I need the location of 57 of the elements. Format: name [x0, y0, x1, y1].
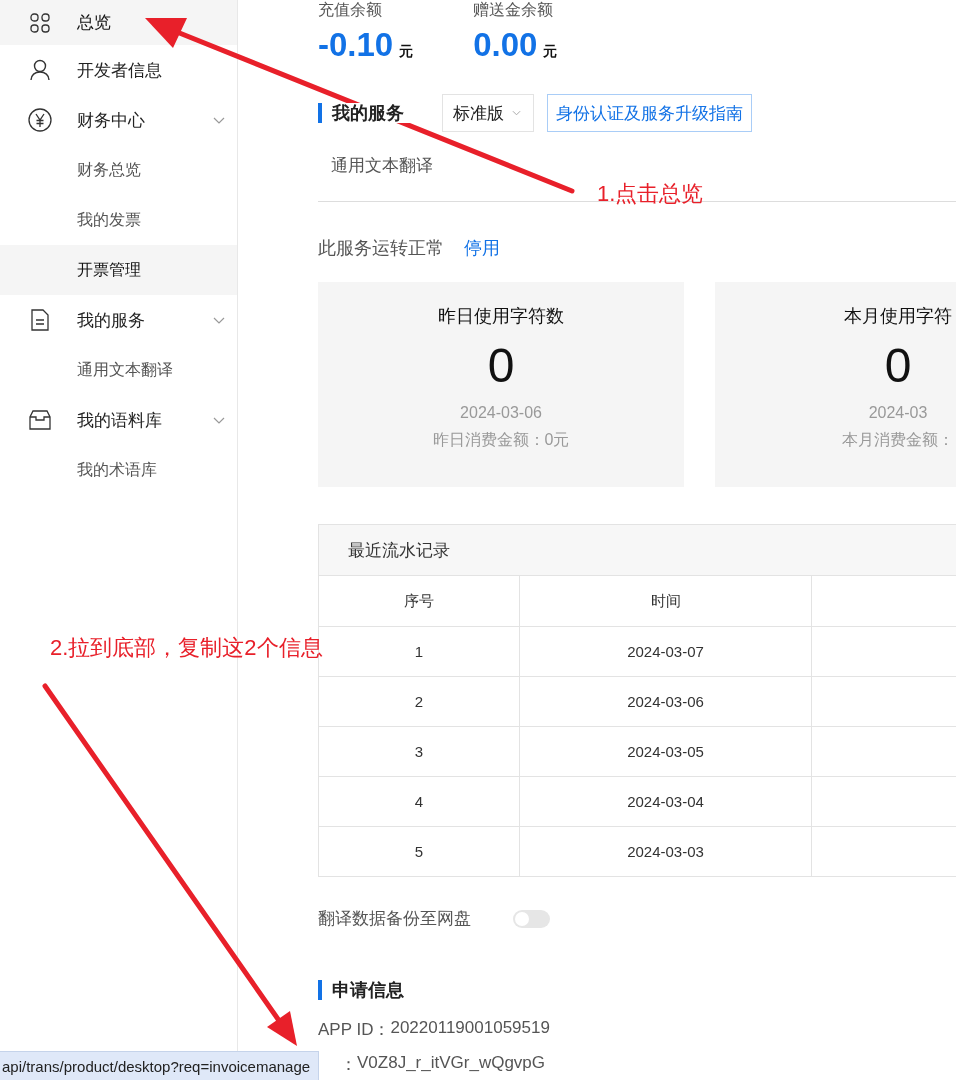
field-label: ：	[340, 1054, 357, 1076]
cost-text: 昨日消费金额：0元	[432, 430, 570, 450]
sidebar-item[interactable]: 我的语料库	[0, 395, 237, 445]
edition-select[interactable]: 标准版	[442, 94, 534, 132]
annotation-text: 1.点击总览	[597, 180, 704, 208]
table-cell: 2	[319, 677, 520, 726]
chevron-icon	[213, 316, 225, 324]
balance-amount: -0.10	[318, 26, 394, 64]
balance-label: 充值余额	[318, 0, 383, 20]
sidebar-subitem[interactable]: 通用文本翻译	[0, 345, 237, 395]
sidebar-item[interactable]: 财务中心	[0, 95, 237, 145]
table-cell: 2024-03-06	[520, 677, 812, 726]
table-title: 最近流水记录	[319, 525, 956, 576]
user-icon	[27, 59, 53, 81]
table-cell: 2024-03-05	[520, 727, 812, 776]
guide-button[interactable]: 身份认证及服务升级指南	[547, 94, 752, 132]
table-cell: 2024-03-04	[520, 777, 812, 826]
service-status: 此服务运转正常	[318, 237, 444, 260]
card-title: 本月使用字符	[844, 305, 952, 328]
character-count: 0	[884, 338, 912, 394]
backup-toggle[interactable]	[513, 909, 550, 928]
table-cell: 5	[319, 827, 520, 876]
field-label: APP ID：	[318, 1019, 391, 1041]
card-date: 2024-03-06	[460, 404, 542, 422]
table-cell: 2024-03-07	[520, 627, 812, 676]
caret-icon	[512, 110, 521, 116]
field-value: 20220119001059519	[390, 1018, 550, 1039]
currency-unit: 元	[543, 43, 558, 61]
sidebar-item[interactable]: 我的服务	[0, 295, 237, 345]
currency-unit: 元	[399, 43, 414, 61]
sidebar-subitem[interactable]: 我的发票	[0, 195, 237, 245]
status-bar-url: api/trans/product/desktop?req=invoicemanage	[0, 1051, 320, 1080]
sidebar-subitem[interactable]: 财务总览	[0, 145, 237, 195]
column-header: 时间	[520, 576, 812, 626]
balance-amount: 0.00	[473, 26, 538, 64]
sidebar-item[interactable]: 开发者信息	[0, 45, 237, 95]
table-cell: 4	[319, 777, 520, 826]
balance-label: 赠送金余额	[473, 0, 555, 20]
sidebar-subitem[interactable]: 我的术语库	[0, 445, 237, 495]
card-title: 昨日使用字符数	[438, 305, 564, 328]
table-cell: 2024-03-03	[520, 827, 812, 876]
chevron-icon	[213, 116, 225, 124]
grid-icon	[27, 12, 53, 33]
backup-label: 翻译数据备份至网盘	[318, 908, 471, 930]
yen-icon	[27, 108, 53, 132]
sidebar-item[interactable]: 总览	[0, 0, 237, 45]
chevron-icon	[213, 416, 225, 424]
service-tab[interactable]: 通用文本翻译	[318, 133, 446, 201]
field-value: V0Z8J_r_itVGr_wQgvpG	[357, 1053, 545, 1074]
sidebar-subitem[interactable]: 开票管理	[0, 245, 237, 295]
character-count: 0	[487, 338, 515, 394]
column-header: 序号	[319, 576, 520, 626]
inbox-icon	[27, 410, 53, 430]
card-date: 2024-03	[868, 404, 928, 422]
disable-link[interactable]: 停用	[464, 236, 500, 260]
table-cell: 3	[319, 727, 520, 776]
cost-text: 本月消费金额：	[842, 430, 954, 450]
